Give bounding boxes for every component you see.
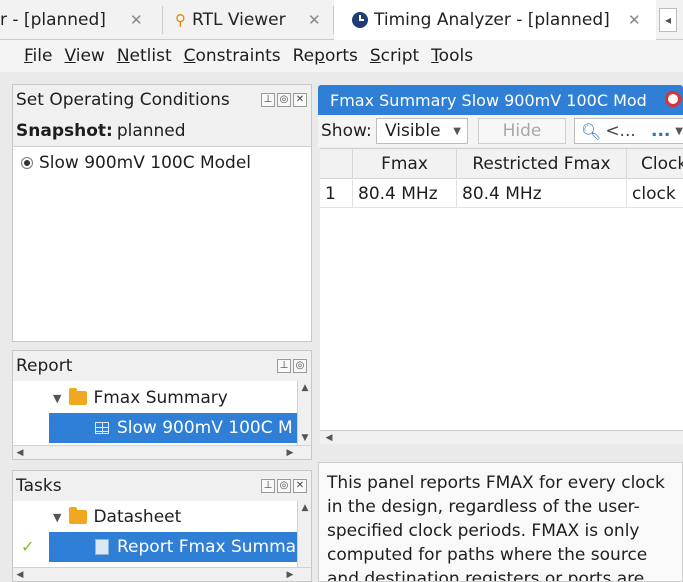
tab-label: RTL Viewer [192,10,286,30]
vertical-scrollbar[interactable]: ▲ ▼ [297,381,311,445]
close-icon[interactable]: ✕ [293,479,307,493]
report-view-tab[interactable]: Fmax Summary Slow 900mV 100C Mod [318,85,683,115]
scroll-up-icon[interactable]: ▲ [298,381,312,395]
table-icon [95,422,109,434]
description-text: This panel reports FMAX for every clock … [327,473,665,582]
tab-label: r - [planned] [0,10,106,30]
tree-item-label: Datasheet [93,507,182,527]
menu-reports[interactable]: Reports [293,46,358,66]
panel-title: Tasks [16,476,62,496]
expand-arrow-icon[interactable]: ▼ [53,392,61,405]
close-report-icon[interactable] [665,91,681,107]
table-cell-fmax[interactable]: 80.4 MHz [353,180,457,208]
tab-scroll-left-icon[interactable]: ◂ [659,8,677,32]
snapshot-label: Snapshot: [16,120,113,141]
task-document-icon [95,539,109,555]
table-cell-clock[interactable]: clock [627,180,683,208]
pin-icon[interactable]: ⊥ [261,93,275,107]
report-header: Report ⊥ ◎ [13,351,311,381]
menu-tools[interactable]: Tools [431,46,473,66]
document-tab-bar: r - [planned] ✕ ⚲ RTL Viewer ✕ Timing An… [0,0,683,40]
report-description: This panel reports FMAX for every clock … [318,462,683,582]
float-icon[interactable]: ◎ [293,359,307,373]
close-icon[interactable]: ✕ [628,11,641,29]
scroll-left-icon[interactable]: ◀ [13,568,27,582]
folder-icon [69,388,88,405]
tasks-panel: Tasks ⊥ ◎ ✕ ▼ Datasheet ✓ Report Fmax Su… [12,470,312,582]
horizontal-scrollbar[interactable]: ◀ [320,430,683,444]
search-icon: 🔍︎ [581,121,602,141]
menu-bar: File View Netlist Constraints Reports Sc… [0,40,683,72]
tree-item-label: Fmax Summary [93,388,228,408]
table-cell-index[interactable]: 1 [320,180,353,208]
search-field[interactable]: 🔍︎ <... ... ▼ [574,118,683,144]
model-label: Slow 900mV 100C Model [39,153,252,173]
report-panel: Report ⊥ ◎ ▼ Fmax Summary Slow 900mV 100… [12,350,312,460]
search-placeholder: <... [605,121,636,141]
folder-icon [69,507,88,524]
menu-script[interactable]: Script [370,46,419,66]
show-filter-value: Visible [385,121,441,141]
show-filter-select[interactable]: Visible ▼ [376,118,468,144]
tab-rtl-viewer[interactable]: ⚲ RTL Viewer ✕ [163,0,333,40]
menu-constraints[interactable]: Constraints [184,46,281,66]
close-icon[interactable]: ✕ [308,11,321,29]
tab-planned[interactable]: r - [planned] ✕ [0,0,162,40]
column-header-fmax[interactable]: Fmax [353,149,457,179]
menu-file[interactable]: File [24,46,52,66]
menu-netlist[interactable]: Netlist [117,46,172,66]
chevron-down-icon: ▼ [675,125,683,137]
scroll-down-icon[interactable]: ▼ [298,431,312,445]
horizontal-scrollbar[interactable]: ◀ ▶ [13,567,311,581]
scroll-left-icon[interactable]: ◀ [13,446,27,460]
report-tab-label: Fmax Summary Slow 900mV 100C Mod [330,90,647,110]
tree-item-fmax-summary[interactable]: ▼ Fmax Summary [53,383,293,413]
report-toolbar: Show: Visible ▼ Hide 🔍︎ <... ... ▼ [318,115,683,147]
tab-label: Timing Analyzer - [planned] [374,10,610,30]
operating-conditions-header: Set Operating Conditions ⊥ ◎ ✕ [13,85,311,115]
column-header-index[interactable] [320,149,353,179]
tree-item-datasheet[interactable]: ▼ Datasheet [53,502,293,532]
column-header-clock[interactable]: Clock [627,149,683,179]
tab-timing-analyzer[interactable]: Timing Analyzer - [planned] ✕ [334,0,656,40]
tree-item-slow-model[interactable]: Slow 900mV 100C M [49,413,297,443]
rtl-viewer-icon: ⚲ [175,11,186,29]
pin-icon[interactable]: ⊥ [261,479,275,493]
horizontal-scrollbar[interactable]: ◀ ▶ [13,445,311,459]
snapshot-row: Snapshot: planned [13,115,311,147]
model-option[interactable]: Slow 900mV 100C Model [21,153,251,173]
panel-title: Set Operating Conditions [16,90,230,110]
scroll-left-icon[interactable]: ◀ [322,431,336,445]
tree-item-label: Slow 900mV 100C M [117,418,293,438]
close-icon[interactable]: ✕ [130,11,143,29]
search-options-icon[interactable]: ... [651,121,670,141]
tasks-header: Tasks ⊥ ◎ ✕ [13,471,311,501]
show-label: Show: [321,121,372,141]
chevron-down-icon: ▼ [453,125,461,137]
close-icon[interactable]: ✕ [293,93,307,107]
tree-item-label: Report Fmax Summa [117,537,297,557]
scroll-right-icon[interactable]: ▶ [283,446,297,460]
scroll-right-icon[interactable]: ▶ [283,568,297,582]
expand-arrow-icon[interactable]: ▼ [53,511,61,524]
radio-selected-icon[interactable] [21,157,33,169]
scroll-up-icon[interactable]: ▲ [298,501,312,515]
panel-title: Report [16,356,73,376]
column-header-restricted-fmax[interactable]: Restricted Fmax [457,149,627,179]
tree-item-report-fmax-summary[interactable]: Report Fmax Summa [49,532,297,562]
hide-button[interactable]: Hide [478,118,566,144]
menu-view[interactable]: View [64,46,104,66]
pin-icon[interactable]: ⊥ [277,359,291,373]
table-cell-restricted-fmax[interactable]: 80.4 MHz [457,180,627,208]
snapshot-value: planned [116,120,186,141]
checkmark-icon: ✓ [21,537,35,556]
float-icon[interactable]: ◎ [277,479,291,493]
fmax-summary-table: Fmax Restricted Fmax Clock 1 80.4 MHz 80… [320,148,683,444]
timing-analyzer-icon [352,12,368,28]
vertical-scrollbar[interactable]: ▲ [297,501,311,567]
operating-conditions-panel: Set Operating Conditions ⊥ ◎ ✕ Snapshot:… [12,84,312,342]
float-icon[interactable]: ◎ [277,93,291,107]
